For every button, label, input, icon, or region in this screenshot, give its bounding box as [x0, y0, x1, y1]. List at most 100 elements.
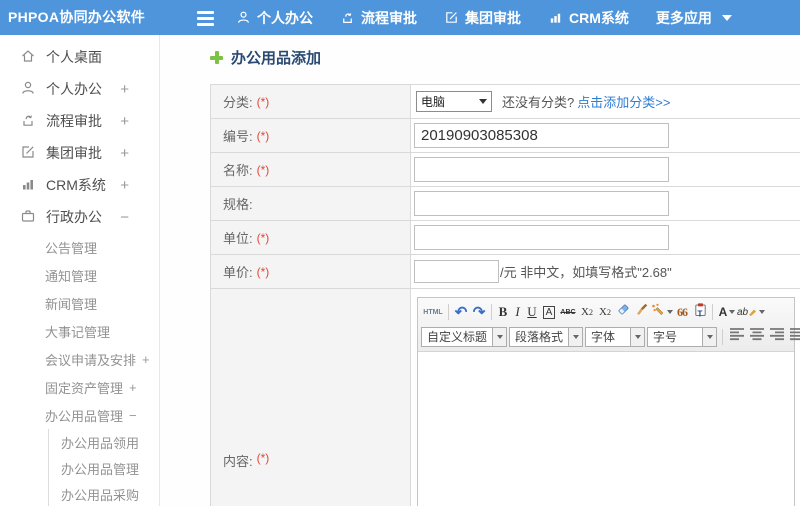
blockquote-button[interactable]: 66	[673, 302, 691, 322]
expand-plus-icon[interactable]: +	[120, 177, 129, 194]
sidebar-item-personal-office[interactable]: 个人办公 +	[0, 73, 159, 105]
format-brush-button[interactable]	[632, 302, 650, 322]
category-row: 分类: (*) 电脑 还没有分类? 点击添加分类>>	[211, 85, 800, 119]
sidebar: 个人桌面 个人办公 + 流程审批 + 集团审批 + CRM系统 + 行政办公 −…	[0, 35, 160, 506]
nav-personal-office[interactable]: 个人办公	[236, 8, 313, 28]
char-border-button[interactable]: A	[540, 302, 558, 322]
required-mark: (*)	[256, 264, 270, 279]
sidebar-item-desktop[interactable]: 个人桌面	[0, 41, 159, 73]
sidebar-sub-memorabilia[interactable]: 大事记管理	[0, 317, 159, 345]
highlight-color-button[interactable]: ab	[737, 302, 766, 322]
nav-workflow-approval[interactable]: 流程审批	[340, 8, 417, 28]
home-icon	[20, 48, 46, 67]
user-icon	[20, 80, 46, 99]
add-plus-icon	[210, 51, 223, 64]
content-row: 内容: (*) HTML ↶ ↷ B I U A ABC X 2 X 2 66 …	[211, 289, 800, 506]
bar-chart-icon	[548, 10, 563, 25]
expand-plus-icon[interactable]: +	[120, 145, 129, 162]
expand-plus-icon[interactable]: +	[120, 81, 129, 98]
align-left-icon	[729, 327, 745, 346]
user-icon	[236, 10, 251, 25]
nav-group-approval[interactable]: 集团审批	[444, 8, 521, 28]
bold-button[interactable]: B	[495, 302, 511, 322]
caret-down-icon	[568, 327, 583, 346]
nav-more-apps[interactable]: 更多应用	[656, 8, 732, 28]
undo-button[interactable]: ↶	[452, 302, 470, 322]
top-nav: 个人办公 流程审批 集团审批 CRM系统 更多应用	[236, 0, 732, 35]
expand-plus-icon[interactable]: +	[142, 352, 150, 367]
bar-chart-icon	[20, 176, 46, 195]
editor-toolbar: HTML ↶ ↷ B I U A ABC X2 X2 66 T A ab 自定义…	[418, 298, 800, 352]
sidebar-sub-announcement[interactable]: 公告管理	[0, 233, 159, 261]
caret-down-icon	[630, 327, 645, 346]
collapse-minus-icon[interactable]: −	[120, 209, 129, 226]
sidebar-sub2-supplies-receive[interactable]: 办公用品领用	[49, 429, 159, 455]
underline-button[interactable]: U	[524, 302, 540, 322]
align-center-icon	[749, 327, 765, 346]
category-select[interactable]: 电脑	[416, 91, 492, 112]
price-input[interactable]	[414, 260, 499, 283]
sidebar-sub-fixed-assets[interactable]: 固定资产管理 +	[0, 373, 159, 401]
heading-dropdown[interactable]: 自定义标题	[421, 326, 508, 347]
required-mark: (*)	[256, 128, 270, 143]
sidebar-item-crm[interactable]: CRM系统 +	[0, 169, 159, 201]
sidebar-item-admin-office[interactable]: 行政办公 −	[0, 201, 159, 233]
autotypeset-button[interactable]	[650, 302, 673, 322]
sidebar-item-group-approval[interactable]: 集团审批 +	[0, 137, 159, 169]
justify-button[interactable]	[788, 328, 800, 346]
code-row: 编号: (*)	[211, 119, 800, 153]
required-mark: (*)	[256, 94, 270, 109]
main-content: 办公用品添加 分类: (*) 电脑 还没有分类? 点击添加分类>> 编号: (*…	[160, 35, 800, 506]
sidebar-sub-news[interactable]: 新闻管理	[0, 289, 159, 317]
paragraph-format-dropdown[interactable]: 段落格式	[509, 326, 584, 347]
align-center-button[interactable]	[748, 328, 766, 346]
paste-text-button[interactable]: T	[691, 302, 709, 322]
align-right-button[interactable]	[768, 328, 786, 346]
sidebar-sub2-supplies-manage[interactable]: 办公用品管理	[49, 455, 159, 481]
font-size-dropdown[interactable]: 字号	[647, 326, 718, 347]
no-category-hint: 还没有分类?	[502, 95, 575, 110]
code-input[interactable]	[414, 123, 669, 148]
redo-button[interactable]: ↷	[470, 302, 488, 322]
unit-input[interactable]	[414, 225, 669, 250]
strikethrough-button[interactable]: ABC	[558, 302, 578, 322]
spec-row: 规格:	[211, 187, 800, 221]
eraser-icon	[616, 302, 631, 322]
expand-plus-icon[interactable]: +	[129, 380, 137, 395]
sidebar-sub2-supplies-purchase[interactable]: 办公用品采购	[49, 481, 159, 506]
sidebar-sub-notice[interactable]: 通知管理	[0, 261, 159, 289]
font-family-dropdown[interactable]: 字体	[585, 326, 646, 347]
align-right-icon	[769, 327, 785, 346]
flow-approval-icon	[340, 10, 355, 25]
italic-button[interactable]: I	[511, 302, 524, 322]
nav-crm[interactable]: CRM系统	[548, 8, 629, 28]
spec-label: 规格:	[223, 197, 253, 212]
font-color-button[interactable]: A	[716, 302, 738, 322]
pen-icon	[748, 306, 757, 319]
required-mark: (*)	[256, 451, 270, 465]
hamburger-menu-icon[interactable]	[197, 11, 214, 29]
justify-icon	[789, 327, 800, 346]
code-label: 编号:	[223, 129, 253, 144]
editor-content-area[interactable]	[418, 352, 794, 506]
name-input[interactable]	[414, 157, 669, 182]
name-row: 名称: (*)	[211, 153, 800, 187]
required-mark: (*)	[256, 230, 270, 245]
page-title: 办公用品添加	[210, 47, 321, 68]
edit-approval-icon	[444, 10, 459, 25]
subscript-button[interactable]: X2	[596, 302, 614, 322]
superscript-button[interactable]: X2	[578, 302, 596, 322]
add-supply-form: 分类: (*) 电脑 还没有分类? 点击添加分类>> 编号: (*) 20190…	[210, 84, 800, 506]
add-category-link[interactable]: 点击添加分类>>	[577, 92, 670, 111]
expand-plus-icon[interactable]: +	[120, 113, 129, 130]
app-brand: PHPOA协同办公软件	[8, 9, 146, 25]
align-left-button[interactable]	[728, 328, 746, 346]
spec-input[interactable]	[414, 191, 669, 216]
sidebar-sub-meeting[interactable]: 会议申请及安排 +	[0, 345, 159, 373]
sidebar-item-workflow-approval[interactable]: 流程审批 +	[0, 105, 159, 137]
html-source-button[interactable]: HTML	[421, 302, 445, 322]
sidebar-sub-office-supplies[interactable]: 办公用品管理 −	[0, 401, 159, 429]
unit-row: 单位: (*)	[211, 221, 800, 255]
collapse-minus-icon[interactable]: −	[129, 408, 137, 423]
remove-format-button[interactable]	[614, 302, 632, 322]
